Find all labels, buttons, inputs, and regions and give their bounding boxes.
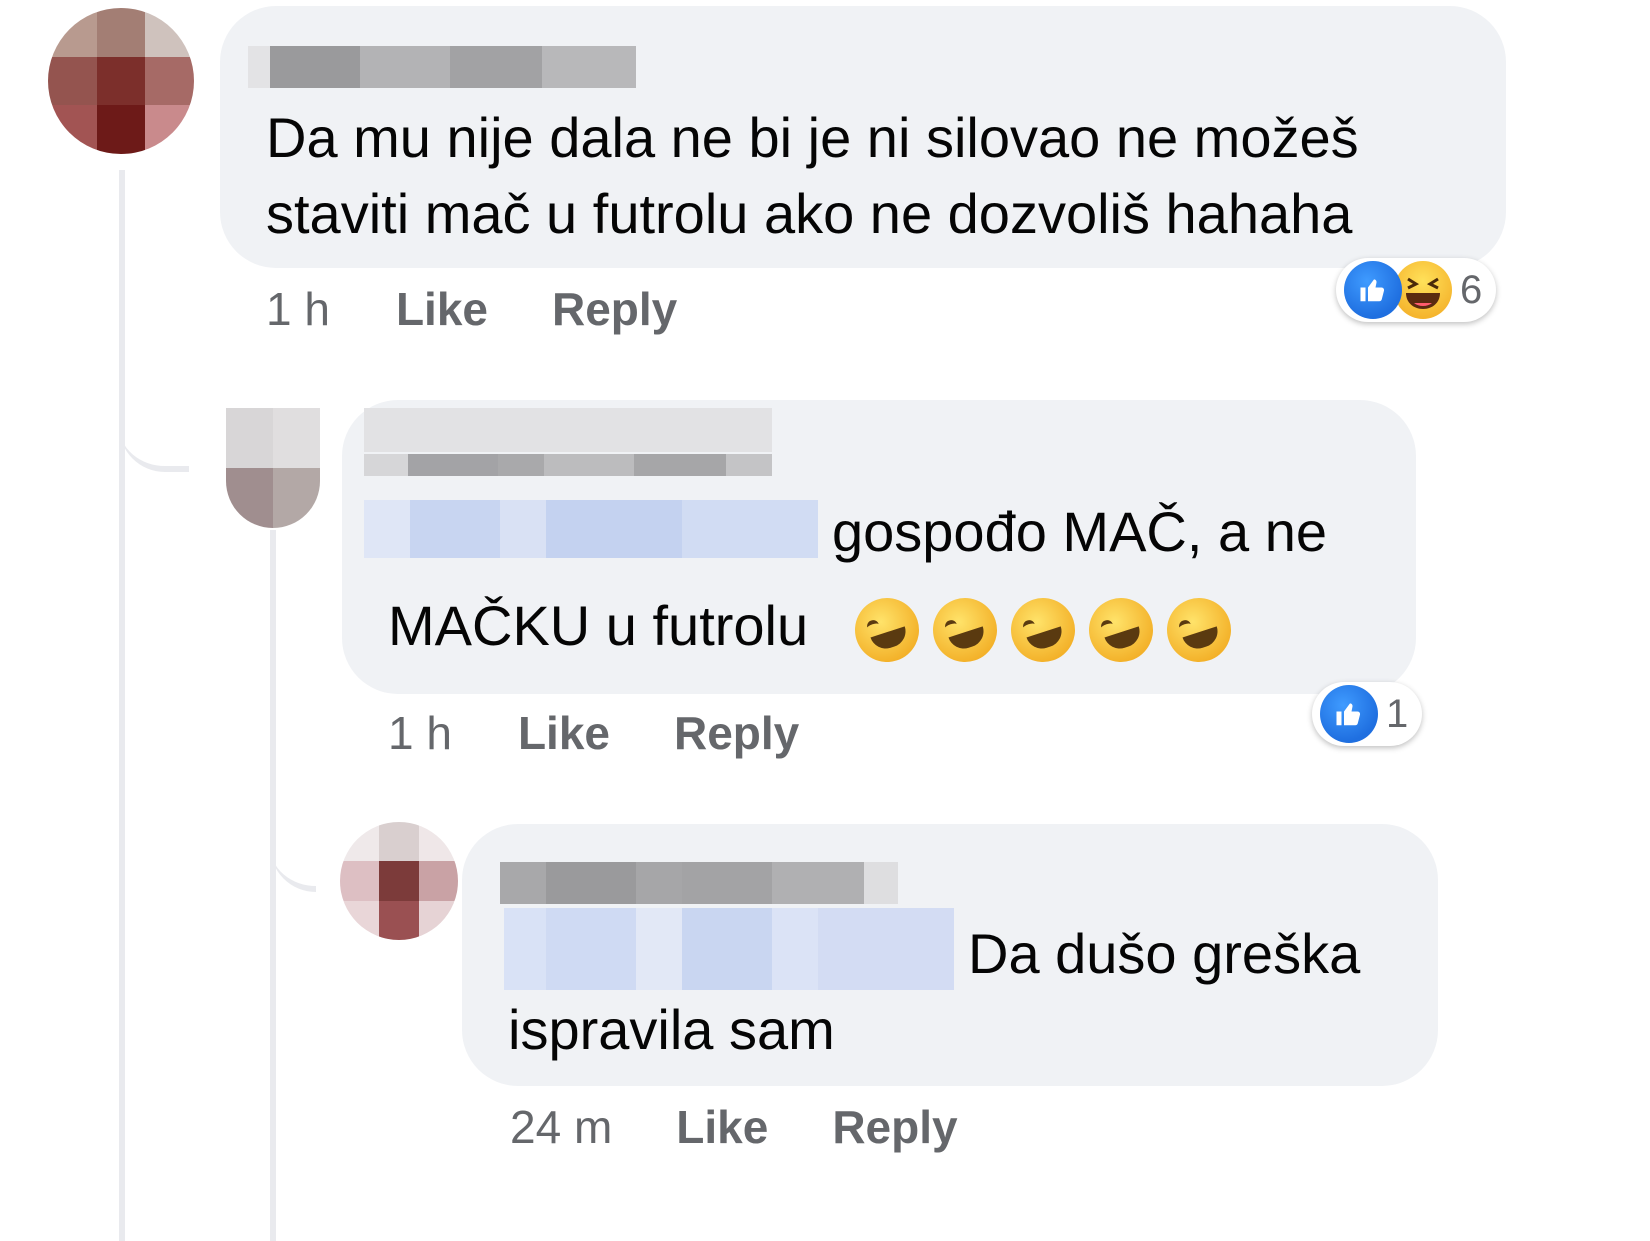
like-button[interactable]: Like (396, 282, 488, 336)
like-icon (1320, 685, 1378, 743)
comment-text-line-1: Da dušo greška (968, 922, 1361, 985)
reaction-count: 1 (1386, 691, 1409, 736)
thread-line-main (119, 170, 125, 1241)
avatar[interactable] (48, 8, 194, 154)
reply-button[interactable]: Reply (832, 1100, 957, 1154)
rofl-emoji-icon (846, 589, 928, 671)
thread-curve-reply-1 (119, 400, 189, 472)
mention-link[interactable] (504, 908, 954, 990)
reactions-summary[interactable]: 1 (1312, 682, 1423, 746)
comment-actions: 1 h Like Reply (388, 706, 799, 760)
thread-line-reply (270, 530, 276, 1241)
thread-curve-reply-2 (270, 820, 316, 892)
mention-link[interactable] (364, 500, 818, 558)
timestamp[interactable]: 24 m (510, 1100, 612, 1154)
reply-button[interactable]: Reply (552, 282, 677, 336)
reply-button[interactable]: Reply (674, 706, 799, 760)
comment-text-line-2: ispravila sam (508, 998, 835, 1061)
like-icon (1344, 261, 1402, 319)
haha-icon (1394, 261, 1452, 319)
timestamp[interactable]: 1 h (388, 706, 452, 760)
comment-text-line-1: Da mu nije dala ne bi je ni silovao ne m… (266, 106, 1359, 169)
comment-text-line-2: MAČKU u futrolu (388, 586, 1245, 671)
like-button[interactable]: Like (518, 706, 610, 760)
rofl-emoji-icon (1080, 589, 1162, 671)
avatar[interactable] (226, 408, 320, 528)
comment-actions: 1 h Like Reply (266, 282, 677, 336)
author-name[interactable] (248, 46, 636, 88)
like-button[interactable]: Like (676, 1100, 768, 1154)
author-name[interactable] (364, 454, 772, 476)
rofl-emoji-icon (1002, 589, 1084, 671)
comment-text: MAČKU u futrolu (388, 594, 809, 657)
reaction-count: 6 (1460, 267, 1483, 312)
avatar[interactable] (340, 822, 458, 940)
comment-actions: 24 m Like Reply (510, 1100, 958, 1154)
comment-text-line-1: gospođo MAČ, a ne (832, 500, 1327, 563)
author-name[interactable] (364, 408, 772, 452)
author-name[interactable] (500, 862, 898, 904)
rofl-emoji-icon (1158, 589, 1240, 671)
timestamp[interactable]: 1 h (266, 282, 330, 336)
comment-text-line-2: staviti mač u futrolu ako ne dozvoliš ha… (266, 182, 1353, 245)
reactions-summary[interactable]: 6 (1336, 258, 1497, 322)
rofl-emoji-icon (924, 589, 1006, 671)
